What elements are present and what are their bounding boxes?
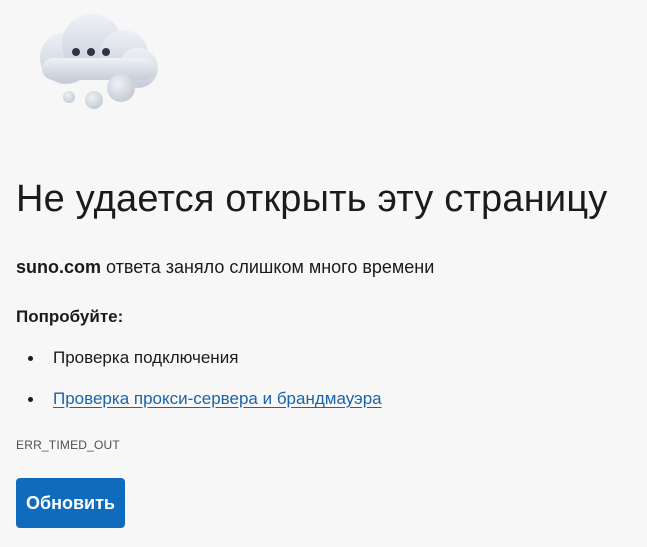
- error-page: Не удается открыть эту страницу suno.com…: [0, 0, 647, 547]
- page-title: Не удается открыть эту страницу: [16, 178, 608, 220]
- error-code: ERR_TIMED_OUT: [16, 438, 120, 452]
- bullet-icon: [28, 356, 33, 361]
- check-proxy-firewall-link[interactable]: Проверка прокси-сервера и брандмауэра: [53, 389, 382, 408]
- suggestion-check-connection: Проверка подключения: [28, 348, 382, 389]
- refresh-button[interactable]: Обновить: [16, 478, 125, 528]
- suggestion-check-proxy: Проверка прокси-сервера и брандмауэра: [28, 389, 382, 430]
- suggestion-label: Проверка подключения: [53, 348, 239, 367]
- try-label: Попробуйте:: [16, 307, 124, 326]
- bullet-icon: [28, 397, 33, 402]
- error-message: ответа заняло слишком много времени: [101, 257, 435, 277]
- host-name: suno.com: [16, 257, 102, 277]
- cloud-with-dots-icon: [26, 10, 166, 114]
- error-description: suno.com ответа заняло слишком много вре…: [16, 257, 434, 278]
- suggestions-list: Проверка подключения Проверка прокси-сер…: [28, 348, 382, 430]
